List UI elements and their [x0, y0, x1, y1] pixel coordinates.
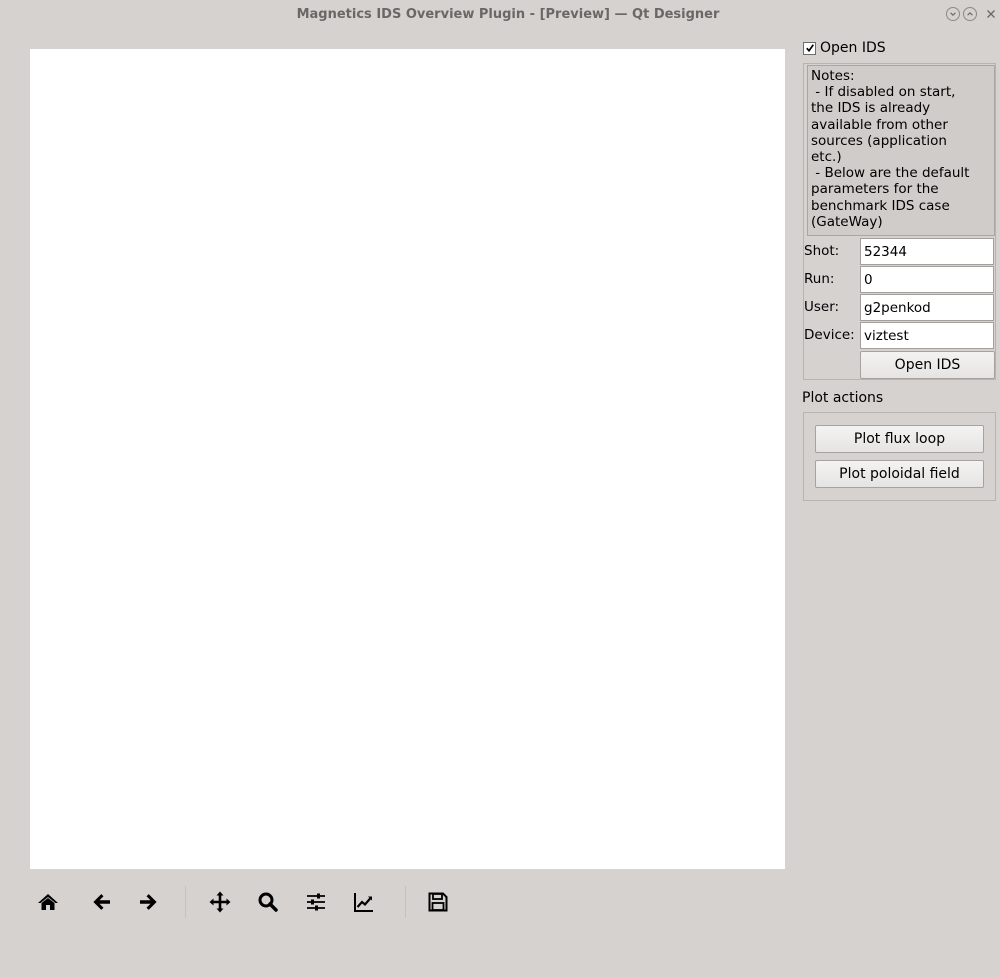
forward-arrow-icon: [140, 894, 157, 910]
device-label: Device:: [804, 327, 855, 343]
checkbox-box[interactable]: [803, 41, 816, 55]
open-ids-button[interactable]: Open IDS: [860, 351, 995, 379]
chevron-down-icon: [950, 12, 956, 16]
plot-flux-loop-button[interactable]: Plot flux loop: [815, 425, 984, 453]
zoom-button[interactable]: [252, 884, 284, 920]
close-icon: [987, 10, 995, 18]
checkmark-icon: [805, 44, 814, 53]
edit-axis-button[interactable]: [348, 884, 380, 920]
title-bar: Magnetics IDS Overview Plugin - [Preview…: [0, 0, 999, 32]
notes-text: Notes: - If disabled on start, the IDS i…: [807, 65, 995, 236]
user-label: User:: [804, 299, 840, 315]
home-icon: [38, 894, 58, 910]
toolbar-separator: [405, 886, 406, 918]
shot-input[interactable]: [860, 238, 994, 265]
window-title: Magnetics IDS Overview Plugin - [Preview…: [296, 7, 720, 22]
open-ids-checkbox-label: Open IDS: [820, 40, 886, 56]
plot-actions-label: Plot actions: [802, 390, 884, 406]
back-arrow-icon: [93, 894, 110, 910]
run-input[interactable]: [860, 266, 994, 293]
back-button[interactable]: [86, 884, 118, 920]
navigation-toolbar: [30, 884, 490, 920]
pan-icon: [209, 891, 231, 913]
minimize-button[interactable]: [946, 7, 960, 21]
plot-poloidal-field-button[interactable]: Plot poloidal field: [815, 460, 984, 488]
configure-subplots-button[interactable]: [300, 884, 332, 920]
plot-canvas[interactable]: [30, 49, 785, 869]
toolbar-separator: [185, 886, 186, 918]
close-button[interactable]: [984, 6, 998, 22]
app-window: Magnetics IDS Overview Plugin - [Preview…: [0, 0, 999, 977]
open-ids-checkbox[interactable]: Open IDS: [803, 39, 886, 57]
maximize-button[interactable]: [963, 7, 977, 21]
shot-label: Shot:: [804, 243, 840, 259]
run-label: Run:: [804, 271, 835, 287]
user-input[interactable]: [860, 294, 994, 321]
device-input[interactable]: [860, 322, 994, 349]
chevron-up-icon: [967, 12, 973, 16]
pan-button[interactable]: [204, 884, 236, 920]
home-button[interactable]: [32, 884, 64, 920]
save-icon: [428, 892, 448, 912]
save-button[interactable]: [422, 884, 454, 920]
forward-button[interactable]: [132, 884, 164, 920]
zoom-icon: [258, 892, 278, 912]
edit-axis-icon: [354, 893, 373, 912]
configure-subplots-icon: [307, 893, 325, 911]
